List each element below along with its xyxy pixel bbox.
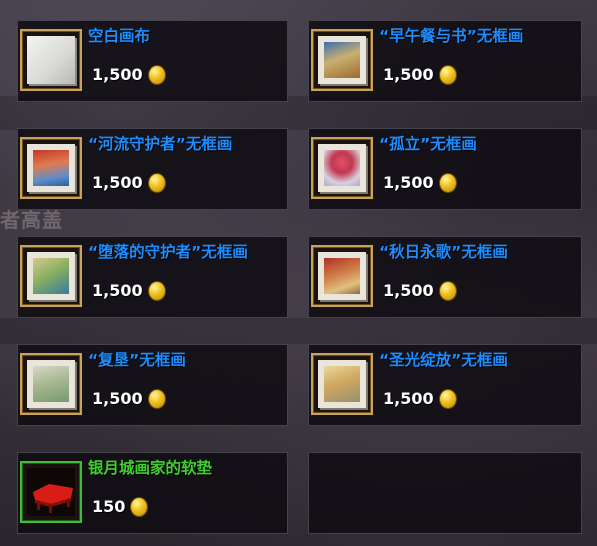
- background-band: [0, 318, 597, 344]
- item-price-row: 1,500: [383, 65, 456, 84]
- item-price: 1,500: [92, 281, 143, 300]
- item-name: “复垦”无框画: [88, 351, 186, 369]
- merchant-item-autumn-song[interactable]: “秋日永歌”无框画 1,500: [308, 236, 582, 318]
- blank-canvas-icon[interactable]: [20, 29, 82, 91]
- gold-coin-icon: [148, 65, 165, 84]
- item-price-row: 150: [92, 497, 148, 516]
- item-price-row: 1,500: [92, 65, 165, 84]
- item-name: 空白画布: [88, 27, 151, 45]
- gold-coin-icon: [439, 281, 456, 300]
- item-name: “秋日永歌”无框画: [379, 243, 508, 261]
- merchant-item-silvermoon-cushion[interactable]: 银月城画家的软垫 150: [17, 452, 288, 534]
- merchant-item-blank-canvas[interactable]: 空白画布 1,500: [17, 20, 288, 102]
- painting-icon[interactable]: [311, 137, 373, 199]
- painting-icon[interactable]: [311, 245, 373, 307]
- painting-icon[interactable]: [311, 353, 373, 415]
- gold-coin-icon: [148, 281, 165, 300]
- gold-coin-icon: [148, 389, 165, 408]
- item-price-row: 1,500: [92, 281, 165, 300]
- item-price: 1,500: [383, 173, 434, 192]
- painting-icon[interactable]: [20, 137, 82, 199]
- merchant-item-empty-slot: [308, 452, 582, 534]
- item-price: 1,500: [383, 389, 434, 408]
- gold-coin-icon: [439, 173, 456, 192]
- gold-coin-icon: [148, 173, 165, 192]
- item-name: “孤立”无框画: [379, 135, 477, 153]
- gold-coin-icon: [439, 389, 456, 408]
- merchant-item-reclamation[interactable]: “复垦”无框画 1,500: [17, 344, 288, 426]
- item-price-row: 1,500: [383, 281, 456, 300]
- cushion-icon[interactable]: [20, 461, 82, 523]
- item-price: 1,500: [383, 281, 434, 300]
- merchant-item-light-bloom[interactable]: “圣光绽放”无框画 1,500: [308, 344, 582, 426]
- item-name: 银月城画家的软垫: [88, 459, 213, 477]
- item-price: 1,500: [92, 389, 143, 408]
- item-price-row: 1,500: [92, 389, 165, 408]
- item-price: 1,500: [92, 65, 143, 84]
- item-price-row: 1,500: [92, 173, 165, 192]
- painting-icon[interactable]: [20, 245, 82, 307]
- merchant-item-river-guardian[interactable]: “河流守护者”无框画 1,500: [17, 128, 288, 210]
- item-name: “早午餐与书”无框画: [379, 27, 524, 45]
- merchant-item-isolation[interactable]: “孤立”无框画 1,500: [308, 128, 582, 210]
- item-name: “河流守护者”无框画: [88, 135, 233, 153]
- merchant-item-fallen-guardian[interactable]: “堕落的守护者”无框画 1,500: [17, 236, 288, 318]
- painting-icon[interactable]: [311, 29, 373, 91]
- item-price: 1,500: [92, 173, 143, 192]
- item-price: 150: [92, 497, 126, 516]
- item-name: “堕落的守护者”无框画: [88, 243, 248, 261]
- item-price: 1,500: [383, 65, 434, 84]
- painting-icon[interactable]: [20, 353, 82, 415]
- merchant-item-brunch-and-books[interactable]: “早午餐与书”无框画 1,500: [308, 20, 582, 102]
- cushion-shape: [33, 484, 73, 513]
- item-price-row: 1,500: [383, 173, 456, 192]
- gold-coin-icon: [131, 497, 148, 516]
- item-price-row: 1,500: [383, 389, 456, 408]
- gold-coin-icon: [439, 65, 456, 84]
- item-name: “圣光绽放”无框画: [379, 351, 508, 369]
